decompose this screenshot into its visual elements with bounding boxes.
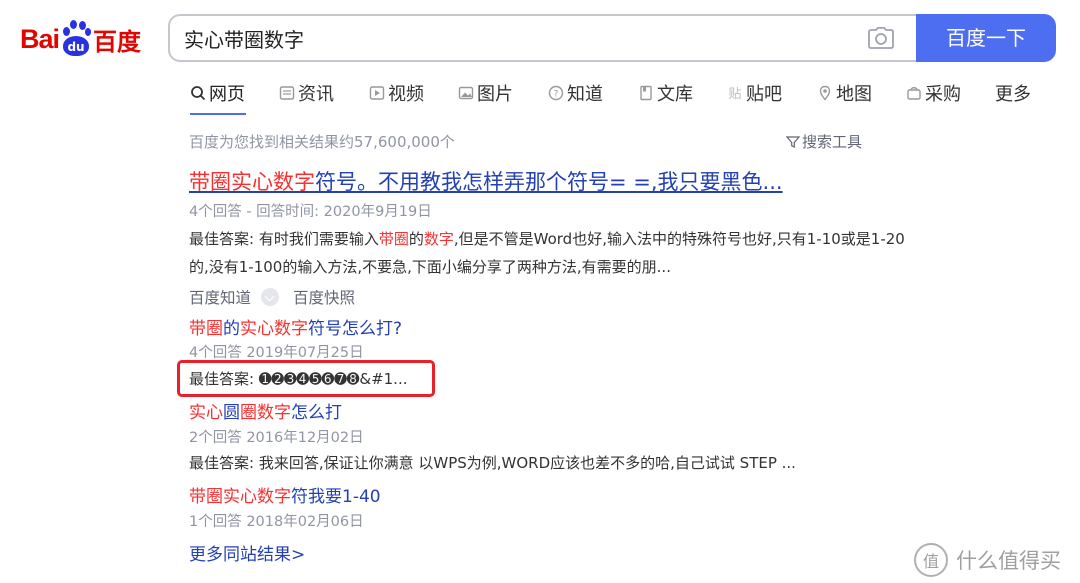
tab-label: 地图: [836, 84, 872, 105]
tab-label: 网页: [209, 84, 245, 105]
image-icon: [458, 86, 474, 100]
tab-news[interactable]: 资讯: [279, 79, 334, 107]
tab-label: 采购: [925, 84, 961, 105]
tab-zhidao[interactable]: ? 知道: [548, 79, 603, 107]
baidu-logo[interactable]: Bai du 百度: [20, 19, 141, 59]
tab-shopping[interactable]: 采购: [906, 79, 961, 107]
search-tools-label: 搜索工具: [802, 133, 863, 151]
watermark: 值 什么值得买: [914, 543, 1061, 577]
tab-label: 资讯: [298, 84, 334, 105]
more-same-site-link[interactable]: 更多同站结果>: [189, 540, 305, 565]
question-icon: ?: [548, 85, 564, 101]
sub-result-meta: 4个回答 2019年07月25日: [189, 345, 364, 361]
search-button[interactable]: 百度一下: [916, 14, 1056, 62]
sub-result-title-link[interactable]: 带圈实心数字符我要1-40: [189, 482, 381, 507]
snapshot-link[interactable]: 百度快照: [293, 286, 355, 308]
map-icon: [819, 85, 831, 101]
tab-images[interactable]: 图片: [458, 79, 513, 107]
search-input[interactable]: [184, 16, 844, 60]
main-result-title-link[interactable]: 带圈实心数字符号。不用教我怎样弄那个符号= =,我只要黑色...: [189, 166, 783, 196]
tab-label: 更多: [995, 84, 1031, 105]
document-icon: [640, 85, 652, 101]
video-icon: [369, 86, 385, 100]
watermark-logo-icon: 值: [914, 543, 948, 577]
tab-more[interactable]: 更多: [995, 79, 1031, 107]
sub-result-title-link[interactable]: 带圈的实心数字符号怎么打?: [189, 314, 402, 339]
tab-web[interactable]: 网页: [190, 79, 245, 107]
search-icon: [191, 86, 206, 101]
paw-mark-text: du: [63, 36, 90, 56]
tab-label: 贴吧: [746, 84, 782, 105]
title-text: 符号。不用教我怎样弄那个符号= =,我只要黑色...: [315, 170, 783, 194]
svg-text:贴: 贴: [728, 87, 741, 101]
tab-label: 文库: [657, 84, 693, 105]
tab-tieba[interactable]: 贴 贴吧: [727, 79, 782, 107]
logo-text-bai: Bai: [20, 23, 60, 54]
shopping-icon: [907, 87, 921, 100]
sub-result-meta: 1个回答 2018年02月06日: [189, 514, 364, 530]
main-result-meta: 4个回答 - 回答时间: 2020年9月19日: [189, 204, 432, 220]
paw-logo-icon: du: [60, 20, 92, 58]
active-tab-underline: [190, 113, 246, 115]
tab-label: 视频: [388, 84, 424, 105]
search-box: [168, 14, 916, 62]
news-icon: [279, 86, 295, 100]
tab-video[interactable]: 视频: [369, 79, 424, 107]
tab-label: 知道: [567, 84, 603, 105]
result-source: 百度知道 百度快照: [189, 286, 355, 308]
tab-label: 图片: [477, 84, 513, 105]
tab-wenku[interactable]: 文库: [638, 79, 693, 107]
annotation-highlight-box: [177, 360, 435, 397]
tieba-icon: 贴: [728, 87, 741, 101]
camera-icon[interactable]: [868, 27, 894, 49]
sub-result-title-link[interactable]: 实心圆圈数字怎么打: [189, 398, 342, 423]
chevron-down-icon[interactable]: [261, 288, 280, 306]
filter-icon: [786, 135, 800, 148]
search-tools-button[interactable]: 搜索工具: [786, 131, 862, 152]
sub-result-answer: 最佳答案: 我来回答,保证让你满意 以WPS为例,WORD应该也差不多的哈,自己…: [189, 454, 796, 472]
logo-text-baidu: 百度: [93, 29, 142, 56]
source-name: 百度知道: [189, 289, 252, 307]
result-count: 百度为您找到相关结果约57,600,000个: [189, 133, 455, 151]
title-highlight: 带圈实心数字: [189, 170, 315, 194]
watermark-text: 什么值得买: [956, 549, 1061, 573]
main-result-abstract: 最佳答案: 有时我们需要输入带圈的数字,但是不管是Word也好,输入法中的特殊符…: [189, 230, 905, 276]
tab-map[interactable]: 地图: [817, 79, 872, 107]
svg-text:?: ?: [554, 90, 559, 100]
sub-result-meta: 2个回答 2016年12月02日: [189, 430, 364, 446]
